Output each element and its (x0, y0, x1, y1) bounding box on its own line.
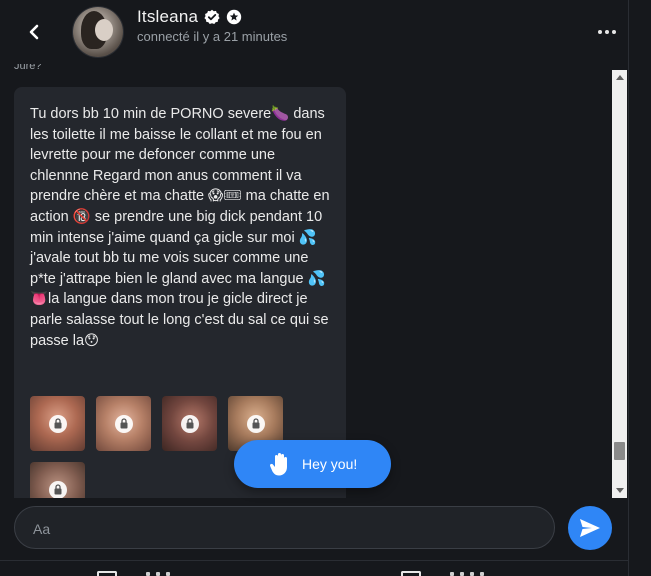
send-button[interactable] (568, 506, 612, 550)
chat-scrollbar[interactable] (612, 70, 627, 498)
more-horizontal-icon (598, 30, 616, 34)
hey-you-button[interactable]: Hey you! (234, 440, 391, 488)
message-input[interactable] (31, 507, 535, 550)
lock-icon (246, 414, 265, 433)
last-seen-status: connecté il y a 21 minutes (137, 29, 288, 44)
copy-icon[interactable] (401, 571, 421, 576)
star-badge-icon (226, 9, 242, 25)
locked-media-thumbnail[interactable] (96, 396, 151, 451)
previous-message-fragment: Jure? (14, 64, 42, 72)
chat-header: Itsleana connecté il y a 21 minutes (0, 0, 628, 64)
message-text: Tu dors bb 10 min de PORNO severe🍆 dans … (30, 106, 334, 349)
scrollbar-thumb[interactable] (614, 442, 625, 460)
chat-app: Itsleana connecté il y a 21 minutes Jure… (0, 0, 651, 576)
lock-icon (180, 414, 199, 433)
scroll-up-button[interactable] (612, 70, 627, 84)
lock-icon (48, 480, 67, 498)
verified-badge-icon (204, 9, 220, 24)
locked-media-thumbnail[interactable] (30, 462, 85, 498)
lock-icon (48, 414, 67, 433)
avatar-face (95, 19, 113, 41)
lock-icon (114, 414, 133, 433)
triangle-up-icon (615, 75, 624, 80)
page-icon[interactable] (97, 571, 117, 576)
send-icon (580, 519, 600, 537)
hey-you-label: Hey you! (302, 456, 358, 472)
scroll-down-button[interactable] (612, 484, 627, 498)
back-button[interactable] (20, 18, 48, 46)
message-composer (14, 506, 555, 550)
locked-media-thumbnail[interactable] (162, 396, 217, 451)
bottom-bar-label-fragment (146, 572, 170, 576)
contact-name[interactable]: Itsleana (137, 7, 198, 27)
message-bubble: Tu dors bb 10 min de PORNO severe🍆 dans … (14, 87, 346, 498)
locked-media-thumbnail[interactable] (30, 396, 85, 451)
avatar[interactable] (73, 7, 123, 57)
window-edge (628, 0, 651, 576)
more-options-button[interactable] (592, 20, 622, 44)
chevron-left-icon (29, 24, 39, 40)
triangle-down-icon (615, 488, 624, 493)
bottom-bar-label-fragment (450, 572, 484, 576)
contact-name-row: Itsleana (137, 7, 242, 27)
bottom-bar (0, 560, 628, 576)
message-list[interactable]: Jure? Tu dors bb 10 min de PORNO severe🍆… (0, 64, 612, 498)
waving-hand-icon (267, 451, 293, 477)
